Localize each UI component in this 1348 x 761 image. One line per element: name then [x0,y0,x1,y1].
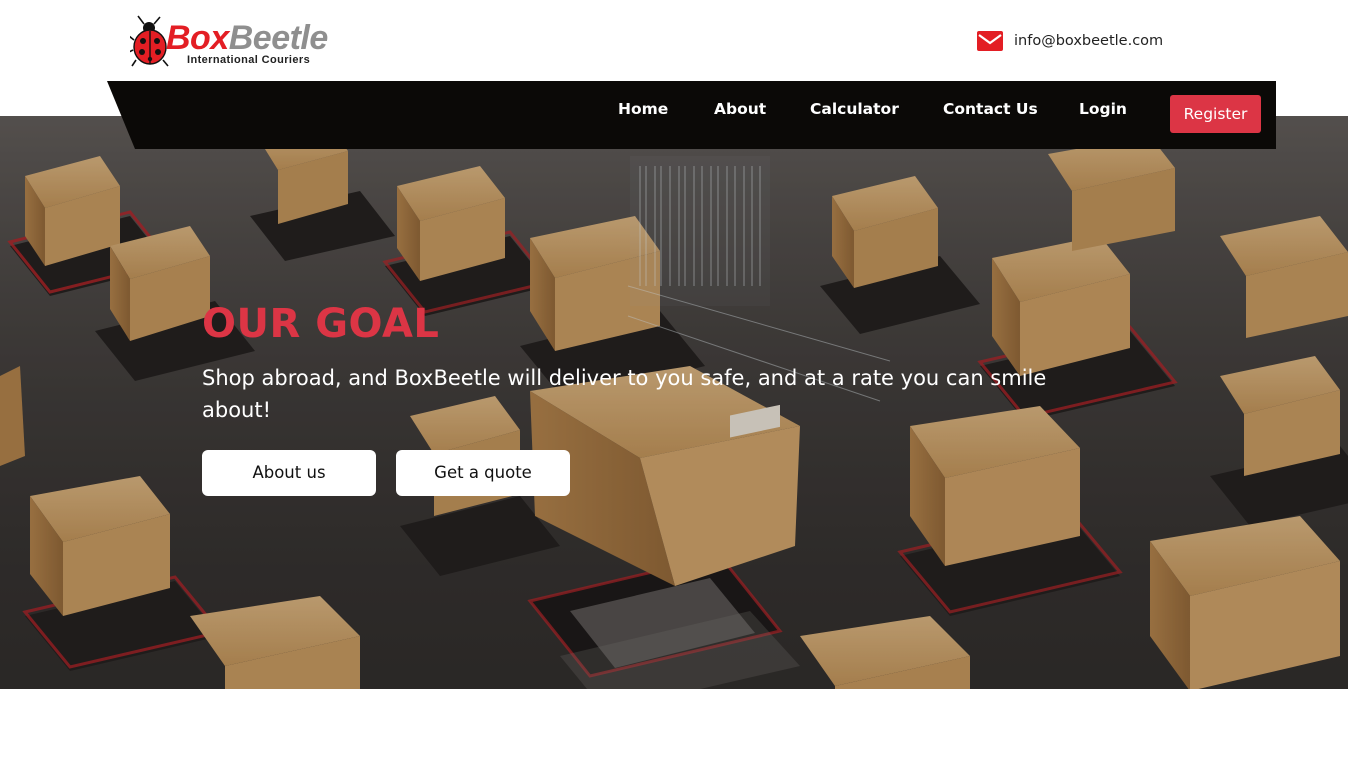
logo-brand-first: Box [166,19,229,57]
logo-wordmark: BoxBeetle [166,18,328,58]
hero-title: OUR GOAL [202,301,440,347]
hero-description: Shop abroad, and BoxBeetle will deliver … [202,366,1047,422]
nav-contact-us[interactable]: Contact Us [943,81,1038,137]
main-navigation: Home About Calculator Contact Us Login R… [107,81,1276,149]
nav-calculator[interactable]: Calculator [810,81,899,137]
logo-tagline: International Couriers [187,54,311,66]
logo-brand-second: Beetle [228,19,329,57]
get-a-quote-button[interactable]: Get a quote [396,450,570,496]
email-address[interactable]: info@boxbeetle.com [1014,33,1163,49]
nav-about[interactable]: About [714,81,766,137]
about-us-button[interactable]: About us [202,450,376,496]
site-logo[interactable]: BoxBeetle International Couriers [130,14,370,70]
register-button[interactable]: Register [1170,95,1261,133]
nav-home[interactable]: Home [618,81,668,137]
contact-email[interactable]: info@boxbeetle.com [976,28,1163,54]
envelope-icon [977,31,1003,51]
hero-banner: OUR GOAL Shop abroad, and BoxBeetle will… [0,116,1348,689]
nav-login[interactable]: Login [1079,81,1127,137]
